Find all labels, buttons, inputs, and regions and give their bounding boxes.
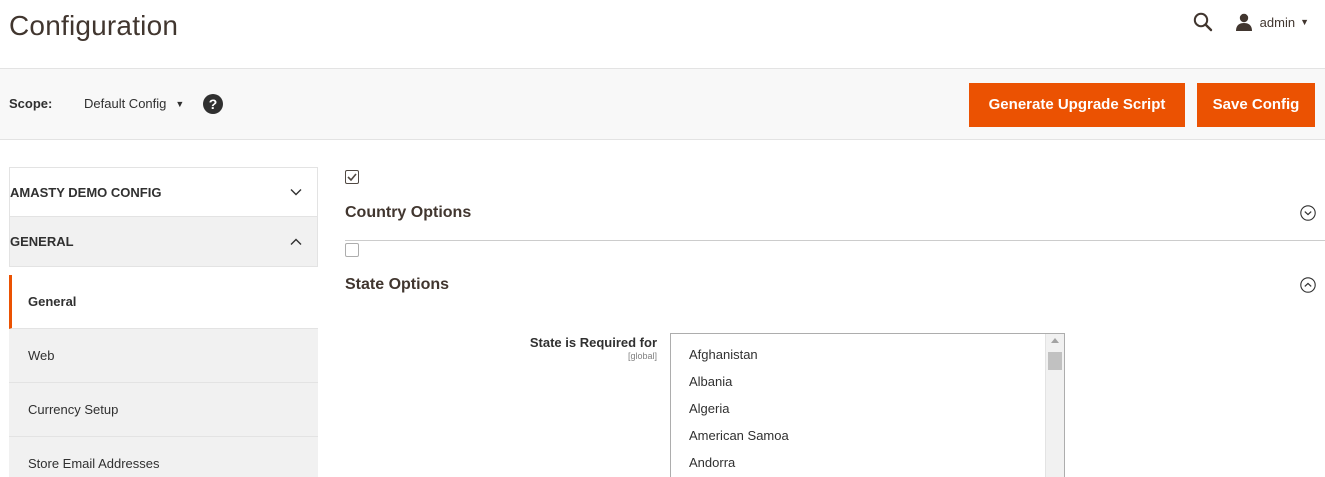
caret-down-icon: ▼ (175, 98, 185, 109)
sidebar-item-web[interactable]: Web (9, 329, 318, 383)
checkmark-icon (347, 173, 357, 181)
state-required-multiselect[interactable]: Afghanistan Albania Algeria American Sam… (670, 333, 1065, 477)
scope-label: Scope: (9, 96, 53, 111)
admin-user-menu[interactable]: admin ▼ (1235, 13, 1309, 31)
sidebar-section-title: GENERAL (10, 234, 74, 249)
sidebar-item-store-email-addresses[interactable]: Store Email Addresses (9, 437, 318, 477)
sidebar-section-general[interactable]: GENERAL (9, 217, 318, 267)
sidebar-items: General Web Currency Setup Store Email A… (9, 275, 318, 477)
scrollbar[interactable] (1045, 334, 1064, 477)
page-title: Configuration (9, 10, 179, 41)
country-options-checkbox[interactable] (345, 170, 359, 184)
multiselect-option[interactable]: Afghanistan (671, 341, 1064, 368)
multiselect-option[interactable]: Andorra (671, 449, 1064, 476)
help-icon[interactable]: ? (203, 94, 223, 114)
scope-switcher[interactable]: Default Config ▼ (84, 96, 184, 111)
user-icon (1235, 13, 1252, 31)
header-actions: admin ▼ (1193, 12, 1309, 32)
scrollbar-thumb[interactable] (1048, 352, 1062, 370)
state-options-header[interactable]: State Options (345, 276, 1316, 294)
multiselect-option[interactable]: Albania (671, 368, 1064, 395)
search-icon[interactable] (1193, 12, 1213, 32)
country-options-header[interactable]: Country Options (345, 204, 1316, 222)
multiselect-option[interactable]: American Samoa (671, 422, 1064, 449)
section-title: State Options (345, 276, 450, 293)
scope-bar: Scope: Default Config ▼ ? Generate Upgra… (0, 68, 1325, 140)
sidebar-item-currency-setup[interactable]: Currency Setup (9, 383, 318, 437)
scope-value: Default Config (84, 96, 167, 111)
sidebar-item-general[interactable]: General (9, 275, 318, 329)
generate-upgrade-script-button[interactable]: Generate Upgrade Script (969, 83, 1185, 127)
scope-hint: [global] (627, 351, 657, 361)
user-name: admin (1259, 14, 1296, 30)
sidebar-section-amasty-demo-config[interactable]: AMASTY DEMO CONFIG (9, 167, 318, 217)
scroll-up-arrow-icon[interactable] (1051, 338, 1059, 343)
sidebar-section-title: AMASTY DEMO CONFIG (10, 184, 162, 200)
multiselect-option[interactable]: Algeria (671, 395, 1064, 422)
chevron-down-icon (290, 189, 302, 196)
state-required-label: State is Required for (529, 335, 657, 350)
save-config-button[interactable]: Save Config (1197, 83, 1315, 127)
caret-down-icon: ▼ (1300, 17, 1309, 27)
section-divider (345, 240, 1325, 241)
circle-chevron-up-icon (1300, 277, 1316, 293)
state-options-checkbox[interactable] (345, 243, 359, 257)
chevron-up-icon (290, 238, 302, 245)
field-label: State is Required for [global] (530, 335, 657, 361)
circle-chevron-down-icon (1300, 205, 1316, 221)
config-sidebar: AMASTY DEMO CONFIG GENERAL General Web C… (9, 167, 318, 477)
section-title: Country Options (345, 204, 472, 221)
